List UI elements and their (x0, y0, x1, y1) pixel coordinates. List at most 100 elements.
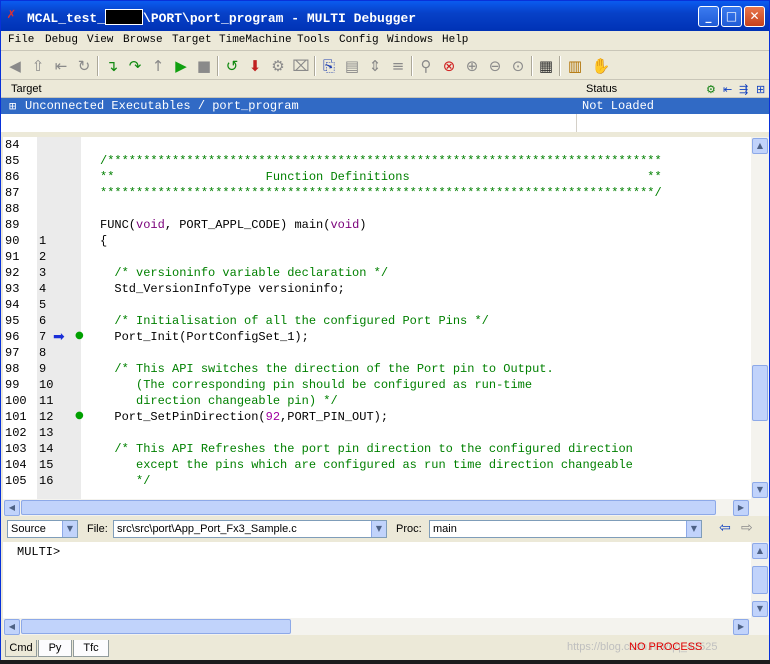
menu-timemachine[interactable]: TimeMachine (219, 34, 292, 46)
scroll-down-button[interactable]: ▼ (752, 482, 768, 498)
connect-icon[interactable]: ⎘ (319, 56, 339, 76)
line-number: 91 (5, 250, 20, 264)
reset-icon[interactable]: ⚙ (268, 56, 288, 76)
code-line[interactable]: 98 9 /* This API switches the direction o… (3, 362, 749, 378)
layout-icon[interactable]: ▦ (536, 56, 556, 76)
menu-debug[interactable]: Debug (45, 34, 78, 46)
code-line[interactable]: 95 6 /* Initialisation of all the configu… (3, 314, 749, 330)
back-icon[interactable]: ⇦ (719, 520, 731, 536)
code-line[interactable]: 92 3 /* versioninfo variable declaration … (3, 266, 749, 282)
menu-help[interactable]: Help (442, 34, 468, 46)
code-line[interactable]: 89 FUNC(void, PORT_APPL_CODE) main(void) (3, 218, 749, 234)
hand-icon[interactable]: ✋ (591, 56, 611, 76)
code-line[interactable]: 94 5 (3, 298, 749, 314)
return-icon[interactable]: ↻ (74, 56, 94, 76)
code-line[interactable]: 104 15 except the pins which are configur… (3, 458, 749, 474)
list-view-icon[interactable]: ⇶ (739, 83, 748, 96)
run-icon[interactable]: ▶ (171, 56, 191, 76)
code-line[interactable]: 103 14 /* This API Refreshes the port pin… (3, 442, 749, 458)
align-icon[interactable]: ⇤ (723, 83, 732, 96)
code-line[interactable]: 84 (3, 138, 749, 154)
menu-windows[interactable]: Windows (387, 34, 433, 46)
tree-view-icon[interactable]: ⊞ (756, 83, 765, 96)
halt-icon[interactable]: ■ (194, 56, 214, 76)
minimize-button[interactable]: _ (698, 6, 719, 27)
zoom-out-icon[interactable]: ⊖ (485, 56, 505, 76)
proc-select[interactable]: main ▼ (429, 520, 702, 538)
menu-browse[interactable]: Browse (123, 34, 163, 46)
stop-icon[interactable]: ⊗ (439, 56, 459, 76)
tab-tfc[interactable]: Tfc (73, 640, 109, 657)
scroll-right-button[interactable]: ▶ (733, 619, 749, 635)
source-pane[interactable]: 84 85/***********************************… (3, 137, 751, 499)
scroll-right-button[interactable]: ▶ (733, 500, 749, 516)
step-out-icon[interactable]: ↑ (148, 56, 168, 76)
breakpoint-dot-icon[interactable]: ● (75, 410, 84, 421)
scroll-thumb[interactable] (21, 619, 291, 634)
code-line[interactable]: 88 (3, 202, 749, 218)
mode-select[interactable]: Source ▼ (7, 520, 78, 538)
scroll-up-button[interactable]: ▲ (752, 543, 768, 559)
maximize-button[interactable]: □ (721, 6, 742, 27)
source-vertical-scrollbar[interactable]: ▲ ▼ (751, 137, 769, 499)
command-horizontal-scrollbar[interactable]: ◀ ▶ (3, 618, 769, 635)
find-icon[interactable]: ⊙ (508, 56, 528, 76)
menu-file[interactable]: File (8, 34, 34, 46)
menu-target[interactable]: Target (172, 34, 212, 46)
download-icon[interactable]: ⬇ (245, 56, 265, 76)
list-icon[interactable]: ≡ (388, 56, 408, 76)
prev-icon[interactable]: ⇤ (51, 56, 71, 76)
chevron-down-icon[interactable]: ▼ (371, 521, 386, 537)
search-icon[interactable]: ⚲ (416, 56, 436, 76)
code-line[interactable]: 86 ** Function Definitions ** (3, 170, 749, 186)
scroll-thumb[interactable] (752, 365, 768, 421)
scroll-thumb[interactable] (752, 566, 768, 594)
code-line[interactable]: 96 7 ➡ ● Port_Init(PortConfigSet_1); (3, 329, 749, 346)
scroll-up-button[interactable]: ▲ (752, 138, 768, 154)
tab-py[interactable]: Py (38, 640, 72, 657)
expand-icon[interactable]: ⊞ (9, 99, 16, 114)
code-line[interactable]: 99 10 (The corresponding pin should be co… (3, 378, 749, 394)
menu-config[interactable]: Config (339, 34, 379, 46)
target-column-header[interactable]: Target (11, 83, 42, 95)
target-row[interactable]: ⊞ Unconnected Executables / port_program… (1, 98, 769, 114)
step-over-icon[interactable]: ↷ (125, 56, 145, 76)
document-icon[interactable]: ▤ (342, 56, 362, 76)
scroll-thumb[interactable] (21, 500, 716, 515)
command-pane[interactable]: MULTI> (3, 542, 751, 618)
step-into-icon[interactable]: ↴ (102, 56, 122, 76)
close-button[interactable]: ✕ (744, 6, 765, 27)
code-line[interactable]: 91 2 (3, 250, 749, 266)
notes-icon[interactable]: ▥ (565, 56, 585, 76)
tab-cmd[interactable]: Cmd (5, 640, 37, 657)
breakpoint-dot-icon[interactable]: ● (75, 330, 84, 341)
scroll-left-button[interactable]: ◀ (4, 619, 20, 635)
chevron-down-icon[interactable]: ▼ (686, 521, 701, 537)
chevron-down-icon[interactable]: ▼ (62, 521, 77, 537)
restart-icon[interactable]: ↺ (222, 56, 242, 76)
back-icon[interactable]: ◀ (5, 56, 25, 76)
up-icon[interactable]: ⇧ (28, 56, 48, 76)
code-line[interactable]: 97 8 (3, 346, 749, 362)
scroll-left-button[interactable]: ◀ (4, 500, 20, 516)
file-select[interactable]: src\src\port\App_Port_Fx3_Sample.c ▼ (113, 520, 387, 538)
code-line[interactable]: 87 **************************************… (3, 186, 749, 202)
code-line[interactable]: 102 13 (3, 426, 749, 442)
menu-tools[interactable]: Tools (297, 34, 330, 46)
settings-icon[interactable]: ⚙ (706, 83, 716, 96)
detach-icon[interactable]: ⌧ (291, 56, 311, 76)
insert-icon[interactable]: ⇕ (365, 56, 385, 76)
code-line[interactable]: 100 11 direction changeable pin) */ (3, 394, 749, 410)
status-column-header[interactable]: Status (586, 83, 617, 95)
forward-icon[interactable]: ⇨ (741, 520, 753, 536)
code-line[interactable]: 105 16 */ (3, 474, 749, 490)
zoom-icon[interactable]: ⊕ (462, 56, 482, 76)
code-line[interactable]: 93 4 Std_VersionInfoType versioninfo; (3, 282, 749, 298)
menu-view[interactable]: View (87, 34, 113, 46)
code-line[interactable]: 101 12 ● Port_SetPinDirection(92,PORT_PIN_… (3, 410, 749, 426)
source-horizontal-scrollbar[interactable]: ◀ ▶ (3, 499, 769, 516)
command-vertical-scrollbar[interactable]: ▲ ▼ (751, 542, 769, 618)
code-line[interactable]: 85 /*************************************… (3, 154, 749, 170)
code-line[interactable]: 90 1 { (3, 234, 749, 250)
scroll-down-button[interactable]: ▼ (752, 601, 768, 617)
